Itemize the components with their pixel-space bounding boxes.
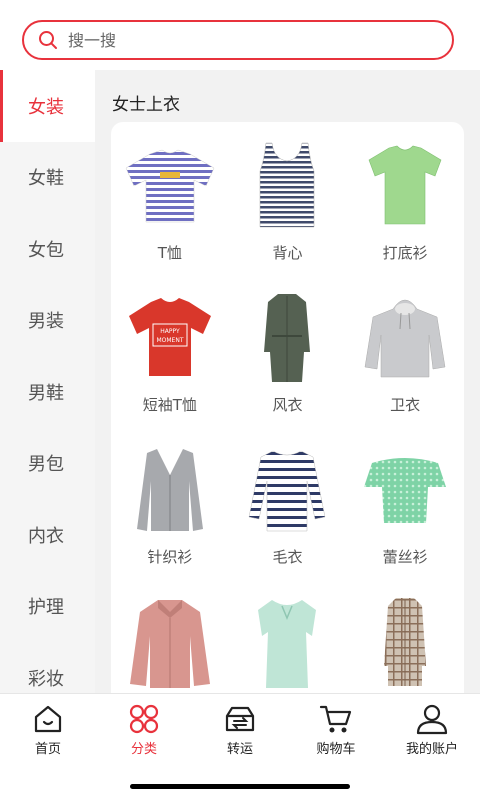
search-bar[interactable] bbox=[22, 20, 454, 60]
home-icon bbox=[34, 705, 62, 733]
section-title: 女士上衣 bbox=[112, 95, 180, 115]
category-item-label: 背心 bbox=[272, 244, 303, 262]
sidebar-item-label: 女鞋 bbox=[28, 168, 64, 190]
sidebar-item-women-clothing[interactable]: 女装 bbox=[0, 70, 95, 142]
cardigan-icon bbox=[136, 449, 203, 531]
sidebar-item-men-shoes[interactable]: 男鞋 bbox=[0, 356, 95, 428]
home-indicator bbox=[130, 784, 350, 789]
category-item-label: 风衣 bbox=[272, 396, 303, 414]
bottom-navigation: 首页 分类 转运 购物车 我的账户 bbox=[0, 693, 480, 801]
category-item-lace-top[interactable]: 蕾丝衫 bbox=[346, 444, 464, 596]
sidebar-item-label: 女包 bbox=[28, 239, 64, 261]
sidebar-item-label: 护理 bbox=[28, 597, 64, 619]
category-item-label: 打底衫 bbox=[382, 244, 428, 262]
tshirt-print-line-1: HAPPY bbox=[160, 328, 180, 335]
category-sidebar: 女装 女鞋 女包 男装 男鞋 男包 内衣 护理 彩妆 bbox=[0, 70, 95, 693]
category-item-label: 短袖T恤 bbox=[142, 396, 197, 414]
transfer-icon bbox=[225, 706, 255, 732]
nav-label: 首页 bbox=[34, 742, 61, 757]
striped-tshirt-icon bbox=[125, 149, 215, 223]
hoodie-icon bbox=[364, 299, 446, 378]
tshirt-print-line-2: MOMENT bbox=[156, 337, 183, 344]
sidebar-item-women-bags[interactable]: 女包 bbox=[0, 213, 95, 285]
sidebar-item-underwear[interactable]: 内衣 bbox=[0, 499, 95, 571]
sidebar-item-label: 男装 bbox=[28, 311, 64, 333]
sidebar-item-label: 女装 bbox=[28, 96, 64, 118]
category-item-blouse[interactable] bbox=[229, 596, 347, 693]
category-item-sweater[interactable]: 毛衣 bbox=[229, 444, 347, 596]
trench-coat-icon bbox=[264, 294, 311, 382]
sidebar-item-women-shoes[interactable]: 女鞋 bbox=[0, 142, 95, 214]
sidebar-item-label: 彩妆 bbox=[28, 668, 64, 690]
sidebar-item-makeup[interactable]: 彩妆 bbox=[0, 642, 95, 693]
lace-top-icon bbox=[364, 458, 447, 523]
category-item-hoodie[interactable]: 卫衣 bbox=[346, 292, 464, 444]
sidebar-item-label: 男鞋 bbox=[28, 382, 64, 404]
sidebar-item-label: 内衣 bbox=[28, 525, 64, 547]
category-item-base-layer[interactable]: 打底衫 bbox=[346, 140, 464, 292]
nav-label: 我的账户 bbox=[405, 742, 458, 757]
search-icon bbox=[39, 31, 57, 49]
category-item-label: 针织衫 bbox=[147, 548, 193, 566]
red-tshirt-icon: HAPPY MOMENT bbox=[128, 298, 211, 376]
sidebar-item-men-bags[interactable]: 男包 bbox=[0, 428, 95, 500]
sidebar-item-label: 男包 bbox=[28, 454, 64, 476]
category-item-label: 毛衣 bbox=[272, 548, 303, 566]
search-header bbox=[0, 0, 480, 71]
category-item-label: T恤 bbox=[157, 244, 182, 262]
sidebar-item-skincare[interactable]: 护理 bbox=[0, 571, 95, 643]
nav-category[interactable]: 分类 bbox=[96, 694, 192, 758]
category-content: 女士上衣 T恤 背心 打底衫 HAPPY MOMENT 短袖T恤 风衣 卫衣 针… bbox=[95, 70, 480, 693]
cart-icon bbox=[319, 705, 352, 733]
search-input[interactable] bbox=[66, 29, 430, 51]
green-tshirt-icon bbox=[368, 145, 442, 225]
sidebar-item-men-clothing[interactable]: 男装 bbox=[0, 285, 95, 357]
user-icon bbox=[416, 704, 448, 735]
category-item-long-coat[interactable] bbox=[346, 596, 464, 693]
category-item-tank-top[interactable]: 背心 bbox=[229, 140, 347, 292]
category-item-label: 蕾丝衫 bbox=[382, 548, 428, 566]
nav-account[interactable]: 我的账户 bbox=[384, 694, 480, 758]
striped-sweater-icon bbox=[249, 450, 326, 532]
nav-label: 分类 bbox=[130, 742, 157, 757]
blouse-icon bbox=[258, 600, 317, 688]
nav-cart[interactable]: 购物车 bbox=[288, 694, 384, 758]
pink-coat-icon bbox=[129, 600, 210, 688]
category-item-coat[interactable] bbox=[111, 596, 229, 693]
nav-label: 购物车 bbox=[316, 742, 356, 757]
category-item-knitwear[interactable]: 针织衫 bbox=[111, 444, 229, 596]
plaid-coat-icon bbox=[384, 598, 427, 686]
category-item-short-sleeve-tshirt[interactable]: HAPPY MOMENT 短袖T恤 bbox=[111, 292, 229, 444]
category-item-trench-coat[interactable]: 风衣 bbox=[229, 292, 347, 444]
category-icon bbox=[129, 704, 159, 734]
nav-transfer[interactable]: 转运 bbox=[192, 694, 288, 758]
product-category-card: T恤 背心 打底衫 HAPPY MOMENT 短袖T恤 风衣 卫衣 针织衫 毛衣… bbox=[111, 122, 464, 693]
category-item-label: 卫衣 bbox=[390, 396, 421, 414]
nav-label: 转运 bbox=[226, 742, 253, 757]
striped-tank-top-icon bbox=[260, 142, 315, 228]
category-item-tshirt[interactable]: T恤 bbox=[111, 140, 229, 292]
nav-home[interactable]: 首页 bbox=[0, 694, 96, 758]
